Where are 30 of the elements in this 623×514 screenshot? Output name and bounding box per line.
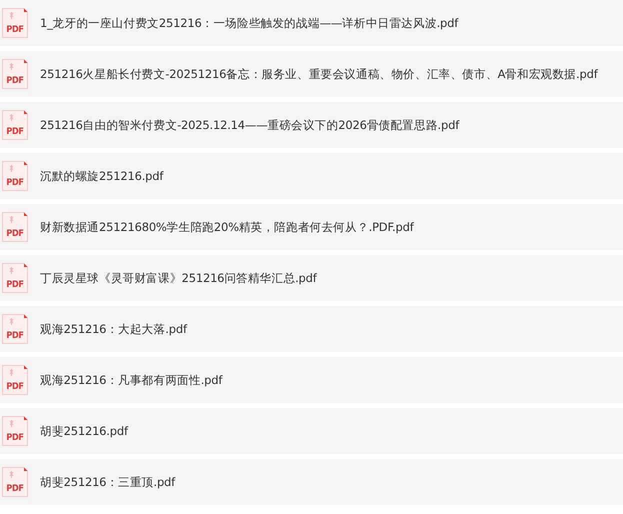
file-row[interactable]: PDF 251216火星船长付费文-20251216备忘：服务业、重要会议通稿、物价、汇率、债市、A骨和宏观数据.pdf [0,51,623,97]
file-row[interactable]: PDF 丁辰灵星球《灵哥财富课》251216问答精华汇总.pdf [0,255,623,301]
file-name: 丁辰灵星球《灵哥财富课》251216问答精华汇总.pdf [40,270,317,286]
file-name: 观海251216：大起大落.pdf [40,321,187,337]
pdf-file-icon: PDF [2,467,28,497]
pdf-file-icon: PDF [2,161,28,191]
pdf-file-icon: PDF [2,263,28,293]
pdf-file-icon: PDF [2,365,28,395]
pdf-file-icon: PDF [2,59,28,89]
file-name: 1_龙牙的一座山付费文251216：一场险些触发的战端——详析中日雷达风波.pdf [40,15,458,31]
file-row[interactable]: PDF 胡斐251216：三重顶.pdf [0,459,623,505]
file-name: 251216自由的智米付费文-2025.12.14——重磅会议下的2026骨债配置思路.pdf [40,117,460,133]
pdf-file-icon: PDF [2,8,28,38]
pdf-file-icon: PDF [2,212,28,242]
file-row[interactable]: PDF 251216自由的智米付费文-2025.12.14——重磅会议下的2026骨债配置思路.pdf [0,102,623,148]
file-name: 251216火星船长付费文-20251216备忘：服务业、重要会议通稿、物价、汇率、债市、A骨和宏观数据.pdf [40,66,598,82]
file-name: 胡斐251216：三重顶.pdf [40,474,176,490]
file-row[interactable]: PDF 财新数据通25121680%学生陪跑20%精英，陪跑者何去何从？.PDF.pdf [0,204,623,250]
file-name: 沉默的螺旋251216.pdf [40,168,164,184]
file-row[interactable]: PDF 观海251216：凡事都有两面性.pdf [0,357,623,403]
file-row[interactable]: PDF 沉默的螺旋251216.pdf [0,153,623,199]
file-name: 财新数据通25121680%学生陪跑20%精英，陪跑者何去何从？.PDF.pdf [40,219,414,235]
file-row[interactable]: PDF 胡斐251216.pdf [0,408,623,454]
pdf-file-icon: PDF [2,314,28,344]
pdf-file-icon: PDF [2,110,28,140]
file-name: 观海251216：凡事都有两面性.pdf [40,372,222,388]
file-row[interactable]: PDF 观海251216：大起大落.pdf [0,306,623,352]
file-row[interactable]: PDF 1_龙牙的一座山付费文251216：一场险些触发的战端——详析中日雷达风波.pdf [0,0,623,46]
file-name: 胡斐251216.pdf [40,423,128,439]
pdf-file-icon: PDF [2,416,28,446]
